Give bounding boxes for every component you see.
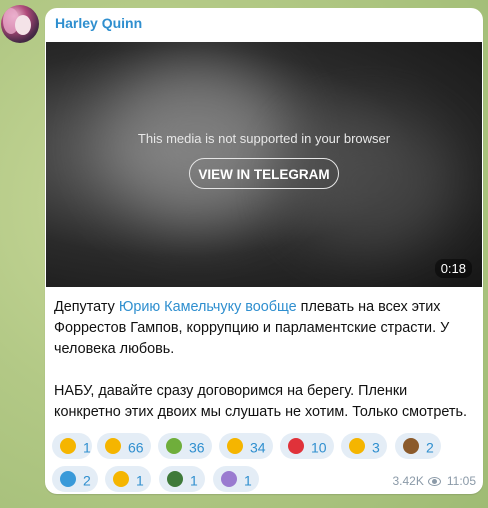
reaction-count: 2: [83, 472, 91, 489]
reaction-thumbs-up[interactable]: 3: [341, 433, 387, 459]
channel-avatar[interactable]: [1, 5, 39, 43]
thumbs-up-icon: [349, 438, 365, 455]
reaction-count: 66: [128, 439, 144, 456]
champagne-icon: [167, 471, 183, 488]
reaction-smiling-hearts[interactable]: 1: [105, 466, 151, 492]
eye-icon: [427, 477, 441, 487]
reaction-champagne[interactable]: 1: [159, 466, 205, 492]
whale-icon: [60, 471, 76, 488]
reaction-syringe[interactable]: 1: [213, 466, 259, 492]
reaction-count: 34: [250, 439, 266, 456]
message-text: Депутату Юрию Камельчуку вообще плевать …: [54, 297, 474, 423]
strawberry-icon: [288, 438, 304, 455]
star-icon: [60, 438, 76, 455]
reaction-grin[interactable]: 66: [97, 433, 151, 459]
reaction-count: 10: [311, 439, 327, 456]
crazy-face-icon: [227, 438, 243, 455]
reaction-count: 3: [372, 439, 380, 456]
message-meta: 3.42K 11:05: [393, 474, 477, 488]
poop-icon: [403, 438, 419, 455]
reaction-count: 1: [136, 472, 144, 489]
message-bubble: Harley Quinn This media is not supported…: [45, 8, 483, 494]
text-link[interactable]: Юрию Камельчуку вообще: [119, 299, 297, 315]
message-time: 11:05: [446, 474, 476, 488]
text-segment: Депутату: [54, 299, 119, 315]
syringe-icon: [221, 471, 237, 488]
reaction-strawberry[interactable]: 10: [280, 433, 334, 459]
reaction-count: 2: [426, 439, 434, 456]
video-duration-badge: 0:18: [434, 259, 472, 278]
view-in-telegram-button[interactable]: VIEW IN TELEGRAM: [189, 158, 339, 189]
reaction-count: 1: [244, 472, 252, 489]
media-unsupported-text: This media is not supported in your brow…: [137, 131, 391, 146]
sender-name[interactable]: Harley Quinn: [55, 15, 142, 31]
message-paragraph: Депутату Юрию Камельчуку вообще плевать …: [54, 297, 474, 360]
reaction-crazy-face[interactable]: 34: [219, 433, 273, 459]
grin-icon: [105, 438, 121, 455]
views-count: 3.42K: [392, 474, 424, 488]
reaction-star[interactable]: 1: [52, 433, 92, 459]
reaction-whale[interactable]: 2: [52, 466, 98, 492]
reaction-count: 1: [190, 472, 198, 489]
reaction-nauseated[interactable]: 36: [158, 433, 212, 459]
reaction-count: 36: [189, 439, 205, 456]
avatar-face: [15, 15, 31, 35]
message-paragraph: НАБУ, давайте сразу договоримся на берег…: [54, 383, 467, 420]
smiling-hearts-icon: [113, 471, 129, 488]
nauseated-icon: [166, 438, 182, 455]
reaction-poop[interactable]: 2: [395, 433, 441, 459]
video-preview[interactable]: This media is not supported in your brow…: [46, 42, 482, 287]
reaction-count: 1: [83, 439, 91, 456]
